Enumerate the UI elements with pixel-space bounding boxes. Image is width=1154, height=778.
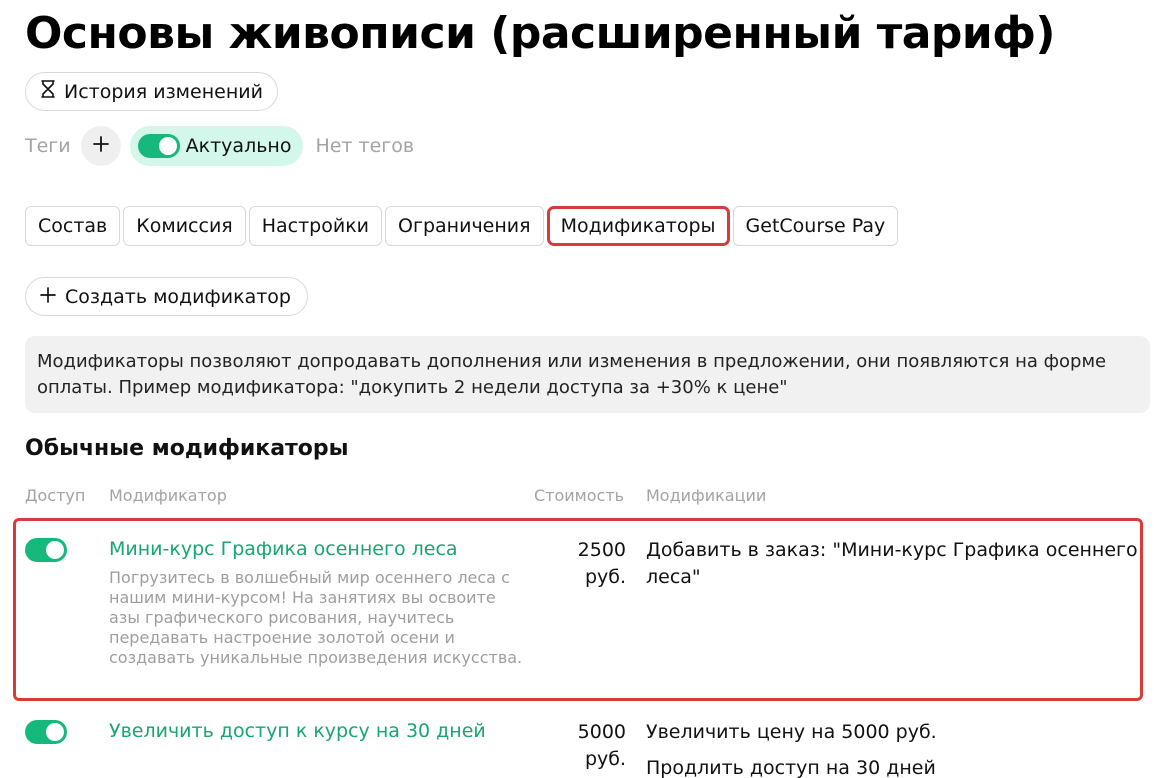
hourglass-icon bbox=[40, 80, 56, 103]
plus-icon bbox=[40, 286, 56, 308]
modifier-name-link[interactable]: Мини-курс Графика осеннего леса bbox=[109, 538, 458, 560]
actual-toggle[interactable] bbox=[137, 134, 180, 158]
column-header-changes: Модификации bbox=[646, 486, 767, 505]
modifier-changes: Добавить в заказ: "Мини-курс Графика осе… bbox=[646, 537, 1141, 591]
tab-sostav[interactable]: Состав bbox=[25, 206, 121, 246]
page-title: Основы живописи (расширенный тариф) bbox=[25, 8, 1056, 59]
price-amount: 2500 bbox=[577, 539, 626, 561]
modifier-description: Погрузитесь в волшебный мир осеннего лес… bbox=[109, 568, 523, 667]
no-tags-text: Нет тегов bbox=[315, 135, 415, 157]
add-tag-button[interactable] bbox=[80, 126, 121, 166]
create-modifier-label: Создать модификатор bbox=[65, 285, 291, 308]
modifier-changes: Увеличить цену на 5000 руб. Продлить дос… bbox=[646, 719, 1146, 778]
plus-icon bbox=[92, 135, 110, 157]
modifier-price: 5000 руб. bbox=[536, 719, 626, 773]
row-access-toggle[interactable] bbox=[25, 538, 67, 562]
change-item: Увеличить цену на 5000 руб. bbox=[646, 721, 937, 743]
price-unit: руб. bbox=[584, 566, 626, 588]
actual-status-pill[interactable]: Актуально bbox=[129, 126, 304, 166]
tags-row: Теги Актуально Нет тегов bbox=[25, 126, 414, 166]
tab-getcourse-pay[interactable]: GetCourse Pay bbox=[732, 206, 899, 246]
history-button[interactable]: История изменений bbox=[25, 72, 278, 111]
change-item: Добавить в заказ: "Мини-курс Графика осе… bbox=[646, 539, 1138, 588]
tab-commission[interactable]: Комиссия bbox=[123, 206, 246, 246]
price-unit: руб. bbox=[584, 748, 626, 770]
tab-restrictions[interactable]: Ограничения bbox=[385, 206, 544, 246]
create-modifier-button[interactable]: Создать модификатор bbox=[25, 277, 308, 316]
tags-label: Теги bbox=[25, 135, 71, 157]
column-header-modifier: Модификатор bbox=[109, 486, 227, 505]
history-button-label: История изменений bbox=[64, 80, 263, 103]
section-title: Обычные модификаторы bbox=[25, 436, 349, 461]
column-header-access: Доступ bbox=[25, 486, 86, 505]
change-item: Продлить доступ на 30 дней bbox=[646, 757, 936, 778]
price-amount: 5000 bbox=[577, 721, 626, 743]
info-box: Модификаторы позволяют допродавать допол… bbox=[25, 336, 1150, 413]
modifier-name-link[interactable]: Увеличить доступ к курсу на 30 дней bbox=[109, 720, 486, 742]
tab-settings[interactable]: Настройки bbox=[248, 206, 383, 246]
row-access-toggle[interactable] bbox=[25, 720, 67, 744]
actual-label: Актуально bbox=[185, 135, 292, 157]
tab-modifiers[interactable]: Модификаторы bbox=[546, 206, 730, 246]
modifier-price: 2500 руб. bbox=[536, 537, 626, 591]
tab-bar: Состав Комиссия Настройки Ограничения Мо… bbox=[25, 206, 899, 246]
column-header-cost: Стоимость bbox=[534, 486, 625, 505]
